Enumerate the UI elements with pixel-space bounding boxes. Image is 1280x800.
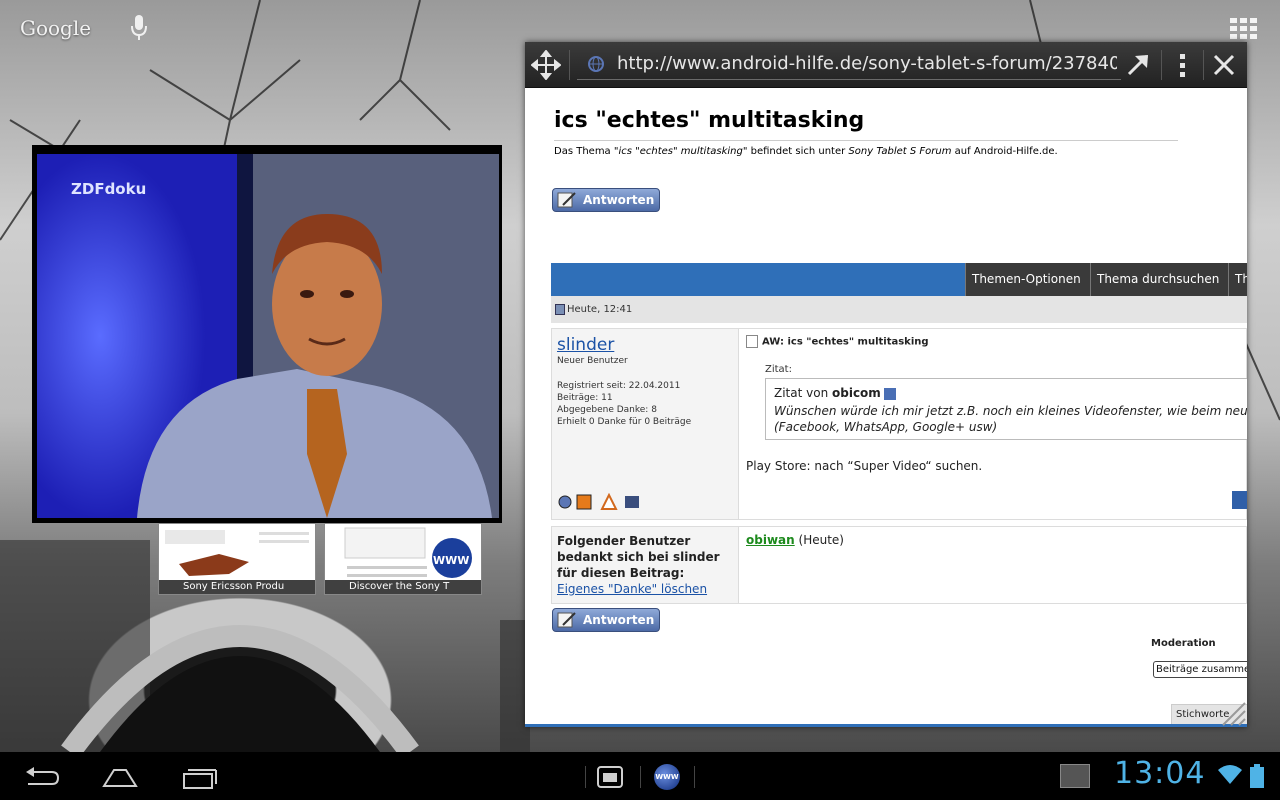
author-stats: Registriert seit: 22.04.2011 Beiträge: 1…: [557, 381, 692, 427]
thumbnail-preview: [165, 530, 309, 576]
post-title: AW: ics "echtes" multitasking: [746, 335, 929, 348]
channel-logo: ZDFdoku: [71, 180, 147, 198]
page-footer-bar: [525, 724, 1247, 727]
address-bar[interactable]: http://www.android-hilfe.de/sony-tablet-…: [577, 48, 1121, 80]
toolbar-divider: [1203, 50, 1204, 80]
reply-button-top[interactable]: Antworten: [552, 188, 660, 212]
author-role: Neuer Benutzer: [557, 356, 628, 366]
wifi-icon: [1218, 765, 1242, 784]
thanks-label: Folgender Benutzer bedankt sich bei slin…: [552, 527, 739, 603]
pen-icon: [557, 612, 576, 628]
author-username[interactable]: slinder: [557, 335, 614, 355]
thumbnail-caption: Sony Ericsson Produ: [159, 580, 315, 594]
post-author-panel: slinder Neuer Benutzer Registriert seit:…: [552, 329, 739, 519]
maximize-arrow-icon[interactable]: [1123, 50, 1153, 80]
browser-toolbar: http://www.android-hilfe.de/sony-tablet-…: [525, 42, 1247, 88]
status-clock[interactable]: 13:04: [1114, 756, 1205, 791]
resize-handle-icon[interactable]: [1213, 693, 1247, 727]
title-divider: [554, 140, 1178, 141]
thanks-users: obiwan (Heute): [746, 533, 844, 547]
pen-icon: [557, 192, 576, 208]
quote-reply-icon[interactable]: [1232, 491, 1247, 509]
move-handle-icon[interactable]: [531, 50, 561, 80]
battery-icon: [1250, 764, 1264, 788]
back-icon[interactable]: [22, 764, 62, 790]
thanking-user-link[interactable]: obiwan: [746, 533, 795, 547]
view-post-icon[interactable]: [883, 387, 896, 400]
quote-text: Wünschen würde ich mir jetzt z.B. noch e…: [774, 404, 1247, 434]
close-icon[interactable]: [1209, 50, 1239, 80]
url-text[interactable]: http://www.android-hilfe.de/sony-tablet-…: [617, 53, 1117, 75]
mic-icon[interactable]: [130, 14, 148, 42]
thread-options-menu[interactable]: Themen-Optionen: [965, 263, 1090, 316]
browser-app-icon[interactable]: WWW: [654, 764, 680, 790]
forum-post: slinder Neuer Benutzer Registriert seit:…: [551, 328, 1247, 520]
toolbar-divider: [569, 50, 570, 80]
google-search-logo[interactable]: Google: [20, 16, 91, 40]
quote-source: Zitat von obicom: [774, 386, 896, 400]
more-menu[interactable]: Th: [1228, 263, 1247, 296]
video-player-window[interactable]: ZDFdoku: [32, 145, 502, 523]
author-action-icons[interactable]: [557, 493, 647, 511]
thanks-section: Folgender Benutzer bedankt sich bei slin…: [551, 526, 1247, 604]
quote-label: Zitat:: [765, 364, 792, 375]
notification-icon[interactable]: [1060, 764, 1090, 788]
systembar-divider: [694, 766, 695, 788]
post-date: Heute, 12:41: [567, 304, 633, 315]
quote-block: Zitat von obicom Wünschen würde ich mir …: [765, 378, 1247, 440]
post-date-bar: Heute, 12:41: [551, 296, 1247, 323]
reply-button-bottom[interactable]: Antworten: [552, 608, 660, 632]
systembar-divider: [640, 766, 641, 788]
thread-subtitle: Das Thema "ics "echtes" multitasking" be…: [554, 146, 1058, 157]
moderation-select[interactable]: Beiträge zusamme: [1153, 661, 1247, 678]
search-thread-menu[interactable]: Thema durchsuchen: [1090, 263, 1228, 316]
thumbnail-caption: Discover the Sony T: [325, 580, 481, 594]
recent-thumbnail-1[interactable]: Sony Ericsson Produ: [158, 523, 316, 595]
post-content: AW: ics "echtes" multitasking Zitat: Zit…: [740, 329, 1247, 519]
recent-apps-icon[interactable]: [180, 764, 220, 790]
remove-thanks-link[interactable]: Eigenes "Danke" löschen: [557, 581, 733, 597]
www-badge: WWW: [433, 554, 470, 567]
mini-app-launcher-icon[interactable]: [597, 764, 623, 790]
home-icon[interactable]: [100, 764, 140, 790]
globe-icon: [588, 56, 604, 72]
all-apps-icon[interactable]: [1230, 18, 1258, 40]
thumbnail-preview: [344, 527, 472, 578]
document-icon: [746, 335, 758, 348]
systembar-divider: [585, 766, 586, 788]
moderation-label: Moderation: [1151, 638, 1216, 649]
post-icon: [555, 304, 565, 315]
recent-thumbnail-2[interactable]: WWW Discover the Sony T: [324, 523, 482, 595]
web-page: ics "echtes" multitasking Das Thema "ics…: [525, 88, 1247, 727]
toolbar-divider: [1161, 50, 1162, 80]
video-frame: [37, 154, 499, 518]
post-body: Play Store: nach “Super Video“ suchen.: [746, 459, 983, 473]
overflow-menu-icon[interactable]: [1169, 50, 1197, 80]
page-title: ics "echtes" multitasking: [554, 108, 865, 133]
floating-browser-window[interactable]: http://www.android-hilfe.de/sony-tablet-…: [525, 42, 1247, 727]
